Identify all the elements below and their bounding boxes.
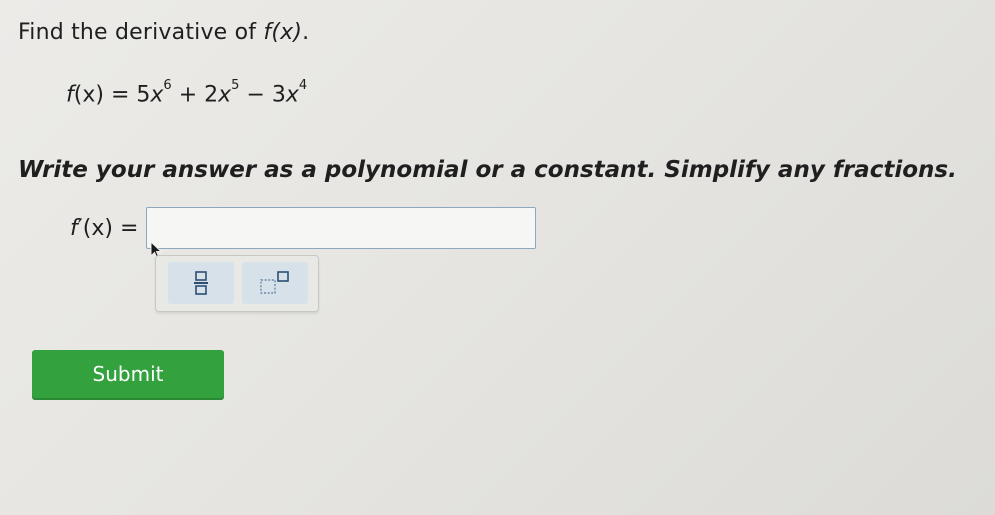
answer-label-arg: (x) <box>82 215 113 241</box>
exponent-icon <box>260 271 289 294</box>
term1-coef: 5 <box>136 82 151 108</box>
submit-button[interactable]: Submit <box>32 350 224 398</box>
exponent-button[interactable] <box>242 262 308 304</box>
function-definition: f(x) = 5x6 + 2x5 − 3x4 <box>66 78 307 108</box>
term3-coef: 3 <box>271 82 286 108</box>
term2-exp: 5 <box>231 78 240 93</box>
prompt-end: . <box>302 20 310 45</box>
fraction-icon <box>194 271 208 295</box>
term1-var: x <box>150 82 164 108</box>
question-prompt: Find the derivative of f(x). <box>18 20 309 45</box>
prompt-function-ref: f(x) <box>263 20 303 45</box>
prompt-text: Find the derivative of <box>18 20 257 45</box>
op2: − <box>246 82 265 108</box>
fraction-button[interactable] <box>168 262 234 304</box>
term3-exp: 4 <box>298 78 308 93</box>
function-name: f <box>66 82 74 108</box>
answer-input[interactable] <box>146 207 537 249</box>
math-toolbar <box>155 255 319 312</box>
function-equals: = <box>110 82 130 108</box>
answer-label: f′(x) = <box>70 216 138 241</box>
function-arg: (x) <box>73 82 104 108</box>
answer-instructions: Write your answer as a polynomial or a c… <box>18 157 957 183</box>
term3-var: x <box>285 82 299 108</box>
term2-coef: 2 <box>204 82 219 108</box>
op1: + <box>178 82 198 108</box>
answer-row: f′(x) = <box>70 205 537 251</box>
answer-label-f: f <box>70 215 78 241</box>
term1-exp: 6 <box>163 78 172 93</box>
term2-var: x <box>218 82 232 108</box>
answer-label-equals: = <box>119 215 139 241</box>
